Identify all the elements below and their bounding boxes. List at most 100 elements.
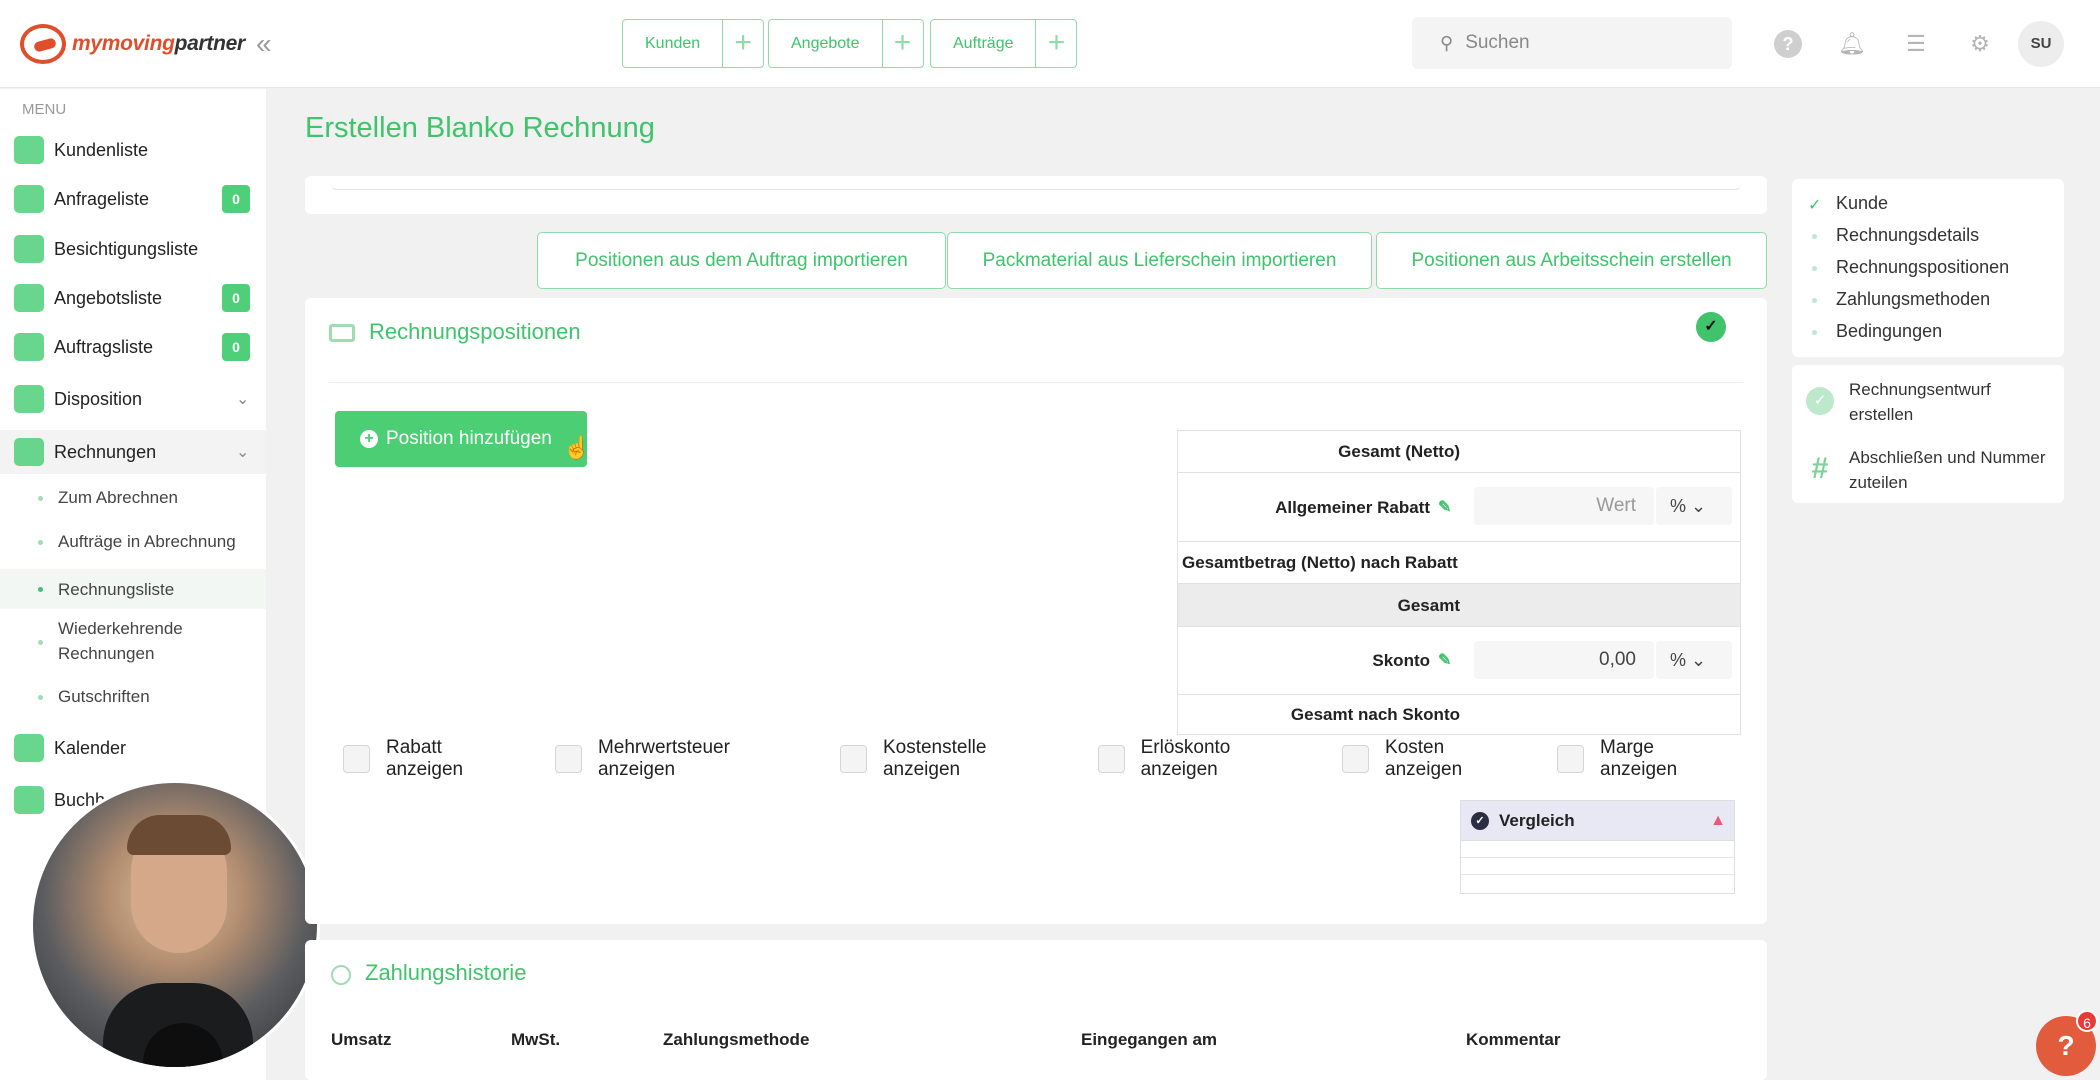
pencil-icon[interactable]: ✎ (1438, 627, 1451, 695)
add-kunden-plus-icon[interactable]: + (723, 20, 763, 67)
column-header-umsatz: Umsatz (331, 1030, 392, 1049)
sidebar-item-besichtigungsliste[interactable]: Besichtigungsliste (0, 227, 266, 271)
add-angebote-plus-icon[interactable]: + (883, 20, 923, 67)
menu-label: MENU (22, 101, 67, 118)
sidebar-item-auftragsliste[interactable]: Auftragsliste 0 (0, 325, 266, 369)
finalize-number-action[interactable]: # Abschließen und Nummer zuteilen (1792, 441, 2064, 497)
checkbox-marge[interactable] (1557, 745, 1585, 773)
users-icon (14, 136, 44, 164)
display-options: Rabatt anzeigen Mehrwertsteuer anzeigen … (343, 737, 1767, 780)
count-badge: 0 (222, 185, 250, 213)
invoice-positions-card: Rechnungspositionen ✓ + Position hinzufü… (305, 298, 1767, 924)
sidebar-item-kundenliste[interactable]: Kundenliste (0, 128, 266, 172)
gear-icon[interactable]: ⚙ (1966, 30, 1994, 58)
check-icon: ✓ (1696, 312, 1726, 342)
document-icon (14, 284, 44, 312)
column-header-zahlungsmethode: Zahlungsmethode (663, 1030, 810, 1049)
sidebar-subitem-wiederkehrende-rechnungen[interactable]: Wiederkehrende Rechnungen (0, 616, 266, 672)
net-after-discount-label: Gesamtbetrag (Netto) nach Rabatt (1182, 553, 1458, 572)
count-badge: 0 (222, 333, 250, 361)
sidebar-subitem-zum-abrechnen[interactable]: Zum Abrechnen (0, 485, 266, 517)
pencil-icon[interactable]: ✎ (1438, 473, 1451, 542)
quick-link-angebote-label[interactable]: Angebote (769, 20, 883, 67)
column-header-eingegangen-am: Eingegangen am (1081, 1030, 1218, 1049)
step-kunde[interactable]: ✓ Kunde (1792, 189, 2064, 221)
section-title: Zahlungshistorie (365, 960, 527, 985)
skonto-unit-select[interactable]: % ⌄ (1656, 641, 1732, 679)
payment-history-card: Zahlungshistorie Umsatz MwSt. Zahlungsme… (305, 940, 1767, 1080)
step-bedingungen[interactable]: Bedingungen (1792, 317, 2064, 349)
sidebar-item-angebotsliste[interactable]: Angebotsliste 0 (0, 276, 266, 320)
net-total-row: Gesamt (Netto) (1178, 431, 1740, 473)
discount-input[interactable]: Wert (1474, 487, 1654, 525)
comparison-row (1461, 858, 1734, 875)
sidebar-item-label: Kalender (54, 737, 127, 758)
help-question-icon[interactable]: ? (1774, 30, 1802, 58)
action-label: Rechnungsentwurf erstellen (1849, 380, 1991, 424)
checkbox-kosten[interactable] (1342, 745, 1370, 773)
avatar[interactable]: SU (2018, 21, 2064, 67)
step-rechnungsdetails[interactable]: Rechnungsdetails (1792, 221, 2064, 253)
checkbox-label: Mehrwertsteuer anzeigen (597, 737, 730, 780)
sidebar-item-kalender[interactable]: Kalender (0, 726, 266, 770)
previous-section-card (305, 176, 1767, 214)
step-label: Rechnungspositionen (1836, 257, 2010, 277)
step-zahlungsmethoden[interactable]: Zahlungsmethoden (1792, 285, 2064, 317)
sidebar-subitem-gutschriften[interactable]: Gutschriften (0, 684, 266, 716)
calendar-icon (14, 734, 44, 762)
count-badge: 0 (222, 284, 250, 312)
import-positions-auftrag-button[interactable]: Positionen aus dem Auftrag importieren (537, 232, 946, 289)
inbox-icon (14, 185, 44, 213)
plus-circle-icon: + (360, 430, 378, 448)
checkbox-mehrwertsteuer[interactable] (554, 745, 582, 773)
create-draft-action[interactable]: ✓ Rechnungsentwurf erstellen (1792, 373, 2064, 429)
brand-logo[interactable]: mymovingpartner (20, 22, 245, 66)
bell-icon[interactable]: 🔔︎ (1838, 30, 1866, 58)
bullet (38, 695, 43, 700)
comparison-label: Vergleich (1499, 810, 1575, 830)
sidebar-subitem-label: Wiederkehrende Rechnungen (58, 619, 183, 663)
contract-icon (14, 333, 44, 361)
checkbox-label: Marge anzeigen (1600, 737, 1678, 780)
add-auftraege-plus-icon[interactable]: + (1036, 20, 1076, 67)
sidebar-item-anfrageliste[interactable]: Anfrageliste 0 (0, 177, 266, 221)
checkbox-kostenstelle[interactable] (839, 745, 867, 773)
previous-section-inner (331, 176, 1741, 190)
chevron-down-icon: ⌄ (236, 391, 250, 408)
discount-row: Allgemeiner Rabatt ✎ Wert % ⌄ (1178, 473, 1740, 542)
check-circle-icon: ✓ (1471, 811, 1489, 830)
sidebar-item-disposition[interactable]: Disposition ⌄ (0, 377, 266, 421)
search-input[interactable]: ⚲ Suchen (1412, 17, 1732, 69)
quick-link-auftraege: Aufträge + (930, 19, 1078, 68)
discount-unit-select[interactable]: % ⌄ (1656, 487, 1732, 525)
sidebar-item-rechnungen[interactable]: Rechnungen ⌄ (0, 430, 266, 474)
comparison-table: ✓ Vergleich ▲ (1460, 800, 1735, 894)
discount-label: Allgemeiner Rabatt (1275, 498, 1430, 517)
sidebar-subitem-auftraege-in-abrechnung[interactable]: Aufträge in Abrechnung (0, 529, 266, 561)
skonto-input[interactable]: 0,00 (1474, 641, 1654, 679)
presenter-hair (127, 815, 231, 855)
quick-link-kunden-label[interactable]: Kunden (623, 20, 724, 67)
import-packmaterial-button[interactable]: Packmaterial aus Lieferschein importiere… (947, 232, 1372, 289)
sidebar-subitem-rechnungsliste[interactable]: Rechnungsliste (0, 569, 266, 609)
collapse-sidebar-icon[interactable]: « (256, 28, 272, 60)
calculator-icon (14, 786, 44, 814)
checkbox-rabatt[interactable] (343, 745, 370, 773)
comparison-header[interactable]: ✓ Vergleich ▲ (1461, 801, 1734, 841)
sidebar-item-label: Rechnungen (54, 441, 157, 462)
step-label: Zahlungsmethoden (1836, 289, 1991, 309)
step-label: Rechnungsdetails (1836, 225, 1980, 245)
total-label: Gesamt (1397, 596, 1460, 615)
sidebar-item-label: Disposition (54, 388, 143, 409)
create-positions-arbeitsschein-button[interactable]: Positionen aus Arbeitsschein erstellen (1376, 232, 1767, 289)
quick-link-auftraege-label[interactable]: Aufträge (931, 20, 1037, 67)
step-rechnungspositionen[interactable]: Rechnungspositionen (1792, 253, 2064, 285)
task-list-icon[interactable]: ☰ (1902, 30, 1930, 58)
bullet (1812, 234, 1817, 239)
chevron-down-icon: ⌄ (1691, 496, 1707, 516)
add-position-button[interactable]: + Position hinzufügen (335, 411, 587, 467)
bullet (1812, 298, 1817, 303)
brand-name: mymovingpartner (72, 32, 245, 55)
checkbox-erloeskonto[interactable] (1097, 745, 1125, 773)
bullet (1812, 266, 1817, 271)
